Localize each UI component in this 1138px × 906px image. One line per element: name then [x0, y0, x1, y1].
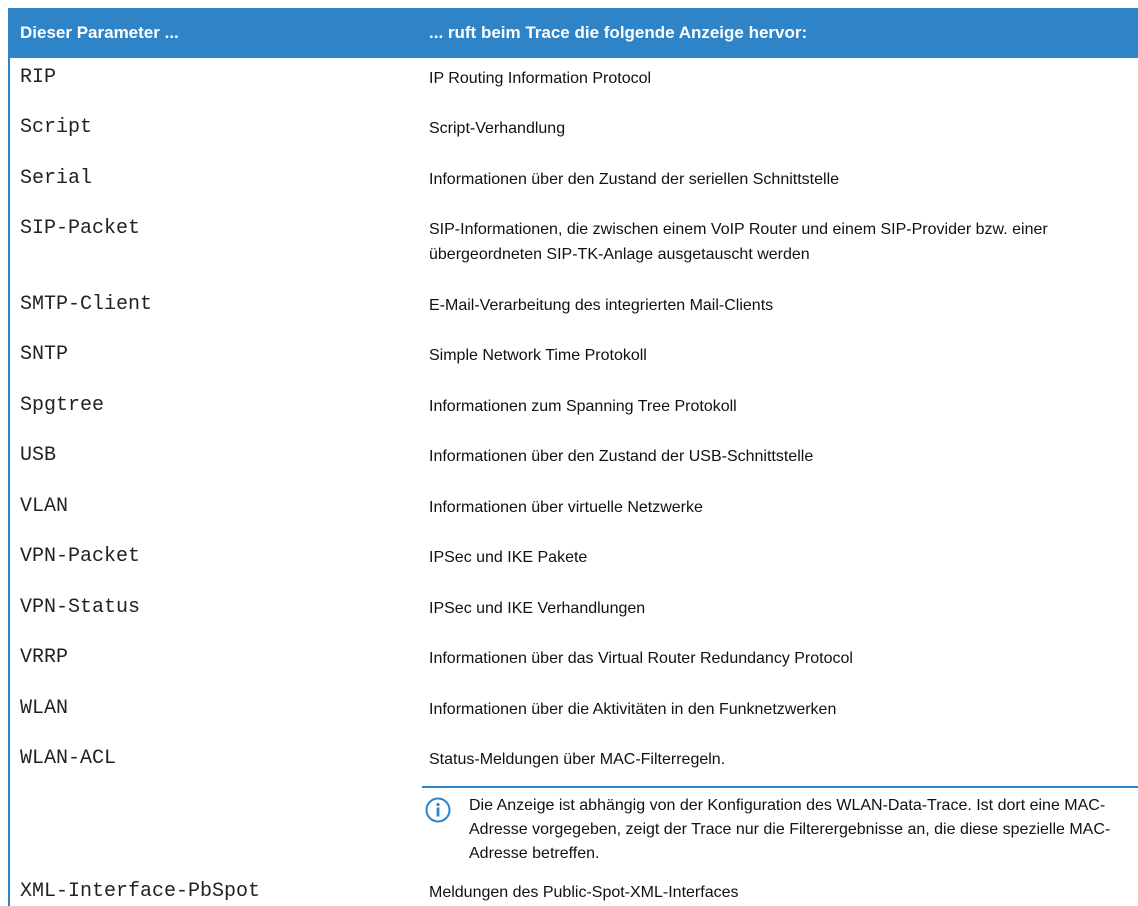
param-cell: WLAN-ACL	[20, 747, 117, 770]
note-text: Die Anzeige ist abhängig von der Konfigu…	[469, 797, 1111, 862]
header-description: ... ruft beim Trace die folgende Anzeige…	[429, 23, 808, 42]
trace-parameter-table: Dieser Parameter ... ... ruft beim Trace…	[8, 8, 1138, 906]
param-cell: VPN-Packet	[20, 545, 141, 568]
param-cell: Serial	[20, 167, 93, 190]
desc-cell: Informationen über den Zustand der serie…	[429, 171, 840, 188]
note-divider	[422, 786, 1138, 788]
desc-cell: Informationen über das Virtual Router Re…	[429, 650, 853, 667]
desc-cell: Informationen über die Aktivitäten in de…	[429, 701, 837, 718]
desc-cell: Meldungen des Public-Spot-XML-Interfaces	[429, 884, 739, 901]
header-parameter: Dieser Parameter ...	[20, 23, 179, 42]
param-cell: Script	[20, 116, 93, 139]
desc-cell: E-Mail-Verarbeitung des integrierten Mai…	[429, 297, 774, 314]
desc-cell: IP Routing Information Protocol	[429, 70, 652, 87]
desc-cell: SIP-Informationen, die zwischen einem Vo…	[429, 221, 1048, 263]
desc-cell: Informationen zum Spanning Tree Protokol…	[429, 398, 737, 415]
param-cell: SMTP-Client	[20, 293, 153, 316]
param-cell: VLAN	[20, 495, 69, 518]
desc-cell: Informationen über virtuelle Netzwerke	[429, 499, 703, 516]
desc-cell: IPSec und IKE Pakete	[429, 549, 588, 566]
desc-cell: Status-Meldungen über MAC-Filterregeln.	[429, 751, 726, 768]
info-icon	[425, 797, 451, 823]
param-cell: RIP	[20, 66, 57, 89]
param-cell: VPN-Status	[20, 596, 141, 619]
param-cell: VRRP	[20, 646, 69, 669]
param-cell: USB	[20, 444, 57, 467]
param-cell: SNTP	[20, 343, 69, 366]
desc-cell: IPSec und IKE Verhandlungen	[429, 600, 646, 617]
desc-cell: Script-Verhandlung	[429, 120, 566, 137]
param-cell: SIP-Packet	[20, 217, 141, 240]
param-cell: Spgtree	[20, 394, 105, 417]
table-header: Dieser Parameter ... ... ruft beim Trace…	[10, 8, 1138, 58]
param-cell: WLAN	[20, 697, 69, 720]
param-cell: XML-Interface-PbSpot	[20, 880, 261, 903]
desc-cell: Informationen über den Zustand der USB-S…	[429, 448, 814, 465]
desc-cell: Simple Network Time Protokoll	[429, 347, 647, 364]
